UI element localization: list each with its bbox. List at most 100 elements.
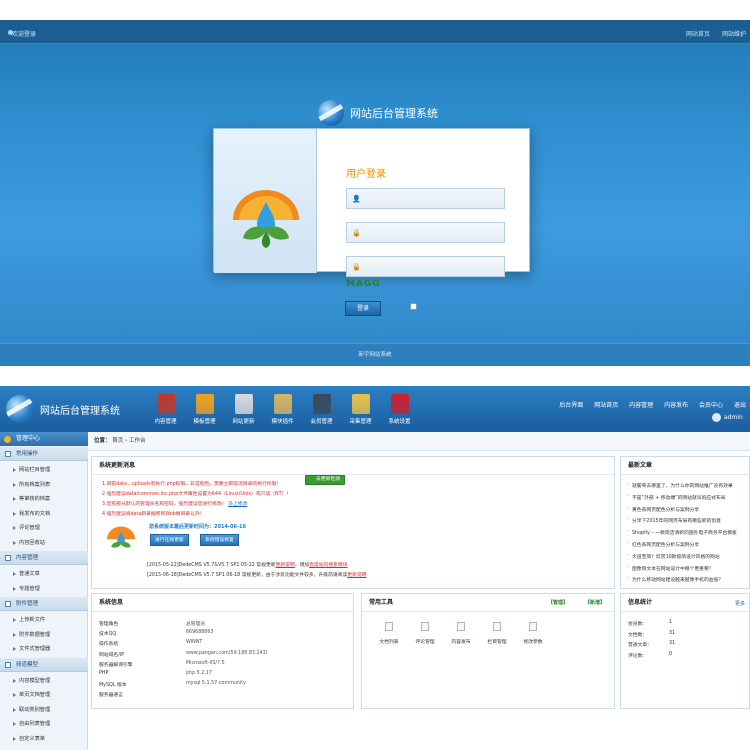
link-site-home[interactable]: 网站首页 — [594, 402, 618, 409]
password-input[interactable]: 🔒 — [346, 222, 505, 243]
online-update-button[interactable]: 进行在线更新 — [150, 534, 189, 546]
link-site-home[interactable]: 网站首页 — [686, 31, 710, 38]
sidebar-group-0[interactable]: 常用操作 — [0, 447, 88, 461]
username-input[interactable]: 👤 — [346, 188, 505, 209]
link-site-maintenance[interactable]: 网站维护 — [722, 31, 746, 38]
tool-item[interactable]: 内容发布 — [444, 622, 478, 645]
news-item[interactable]: 为什么移动网站建设越来越像手机的血强？ — [627, 576, 723, 583]
login-top-bar: 欢迎登录 网站首页 网站维护 — [0, 20, 750, 44]
stat-value: 0 — [669, 651, 673, 657]
message-text: 2.强烈建议data/common.inc.php文件属性设置为644（Linu… — [102, 492, 292, 497]
link-content-publish[interactable]: 内容发布 — [664, 402, 688, 409]
tool-item[interactable]: 修改参数 — [516, 622, 550, 645]
sidebar-item[interactable]: 上传新文件 — [0, 613, 88, 627]
log-link[interactable]: 百度站内搜索模块 — [309, 563, 347, 568]
breadcrumb: 位置： 首页 › 工作台 — [88, 432, 750, 451]
sidebar-item[interactable]: 附件数据管理 — [0, 628, 88, 642]
stats-more-link[interactable]: 更多 — [735, 600, 745, 607]
sys-info-key: 操作系统 — [99, 642, 119, 648]
tool-label: 修改参数 — [523, 640, 543, 645]
login-button[interactable]: 登录 — [345, 301, 381, 316]
tool-item[interactable]: 文档列表 — [372, 622, 406, 645]
sidebar-group-3[interactable]: 频道模型 — [0, 657, 88, 672]
stat-value: 31 — [669, 641, 676, 646]
sidebar-item[interactable]: 文件式管理器 — [0, 642, 88, 656]
news-item[interactable]: 红色系网页配色分析与案例分享 — [627, 541, 699, 548]
tool-item[interactable]: 评论管理 — [408, 622, 442, 645]
sidebar-group-label: 附件管理 — [16, 601, 39, 607]
admin-top-links: 后台界面 网站首页 内容管理 内容发布 会员中心 退出 — [550, 400, 746, 409]
update-log-line: [2015-06-18]DedeCMS V5.7 SP1 06-18 常规更新，… — [147, 571, 366, 578]
link-logout[interactable]: 退出 — [734, 402, 746, 409]
sidebar-item[interactable]: 我发布的文档 — [0, 507, 88, 521]
log-link[interactable]: 更新说明 — [347, 573, 366, 578]
update-check-button[interactable]: 去更新检测 — [305, 475, 345, 485]
tools-add-link[interactable]: 【新增】 — [585, 599, 605, 606]
system-update-panel: 系统更新消息 去更新检测 1.目前data，uploads有执行.php权限，非… — [91, 456, 615, 589]
tool-label: 评论管理 — [415, 640, 435, 645]
nav-site-update[interactable]: 网站更新 — [224, 394, 263, 425]
remember-checkbox[interactable] — [410, 303, 417, 310]
current-user[interactable]: admin — [712, 413, 743, 422]
link-backend[interactable]: 后台界面 — [559, 402, 583, 409]
admin-dashboard: 网站后台管理系统 内容管理 模板管理 网站更新 模块插件 会员管理 采集管理 系… — [0, 386, 750, 750]
nav-collect-management[interactable]: 采集管理 — [341, 394, 380, 425]
news-item[interactable]: 不是“外部 + 移动端”的网站就叫响应式布局 — [627, 494, 726, 501]
nav-label: 模块插件 — [271, 419, 294, 425]
error-fix-button[interactable]: 系统错误修复 — [200, 534, 239, 546]
news-item[interactable]: 分享下2015年的网页布局有哪些新的创意 — [627, 517, 721, 524]
stat-key: 文档数： — [628, 632, 648, 638]
nav-module-plugins[interactable]: 模块插件 — [263, 394, 302, 425]
nav-template-management[interactable]: 模板管理 — [185, 394, 224, 425]
captcha-input[interactable]: 🔒 — [346, 256, 505, 277]
breadcrumb-home[interactable]: 首页 — [112, 438, 123, 444]
tools-manage-link[interactable]: 【管理】 — [548, 599, 568, 606]
nav-member-management[interactable]: 会员管理 — [302, 394, 341, 425]
nav-system-settings[interactable]: 系统设置 — [380, 394, 419, 425]
sidebar-item[interactable]: 所有档案列表 — [0, 478, 88, 492]
sidebar-item[interactable]: 专题管理 — [0, 582, 88, 596]
info-stats-panel: 信息统计 更多 会员数： 1 文档数： 31 普通文章： 31 评论数： 0 — [620, 593, 750, 709]
log-text: [2015-06-18]DedeCMS V5.7 SP1 06-18 常规更新，… — [147, 573, 348, 578]
sidebar-item[interactable]: 等审核的档案 — [0, 492, 88, 506]
update-message: 3.您有部分默认的管理员名和密码，强烈建议您进行修改！ 马上修改 — [102, 500, 247, 507]
admin-brand-title: 网站后台管理系统 — [40, 405, 120, 417]
log-link[interactable]: 更新说明 — [276, 563, 295, 568]
sidebar-item[interactable]: 评论管理 — [0, 521, 88, 535]
tool-label: 内容发布 — [451, 640, 471, 645]
link-member-center[interactable]: 会员中心 — [699, 402, 723, 409]
sidebar-group-2[interactable]: 附件管理 — [0, 597, 88, 611]
sidebar-group-1[interactable]: 内容管理 — [0, 551, 88, 565]
document-icon — [493, 622, 501, 631]
sidebar-item[interactable]: 自由列表管理 — [0, 717, 88, 731]
sidebar-item[interactable]: 网站栏目管理 — [0, 463, 88, 477]
sidebar-item[interactable]: 普通文章 — [0, 567, 88, 581]
sys-info-value: www.pangan.com(59.188.83.243) — [186, 650, 268, 656]
link-content-management[interactable]: 内容管理 — [629, 402, 653, 409]
sidebar-item[interactable]: 内容回收站 — [0, 536, 88, 550]
printer-icon — [234, 394, 253, 414]
news-item[interactable]: 黄色系网页配色分析与案例分享 — [627, 506, 699, 513]
sidebar-item[interactable]: 联动类别管理 — [0, 703, 88, 717]
sys-info-key: PHP — [99, 671, 109, 676]
news-item[interactable]: 图像和文本在网站设计中哪个更重要？ — [627, 565, 714, 572]
sidebar-item[interactable]: 自定义表单 — [0, 732, 88, 746]
nav-content-management[interactable]: 内容管理 — [146, 394, 185, 425]
modify-now-link[interactable]: 马上修改 — [228, 502, 247, 507]
news-item[interactable]: 就葡萄去哪里了，为什么你的网站推广没有效果 — [627, 482, 733, 489]
sidebar-item[interactable]: 内容模型管理 — [0, 674, 88, 688]
login-brand-title: 网站后台管理系统 — [350, 107, 438, 120]
sys-info-value: mysql 5.1.57-community — [186, 681, 246, 687]
news-item[interactable]: Shopify – 一款简洁清新的国外电子商务平台模板 — [627, 529, 737, 536]
tool-item[interactable]: 栏目管理 — [480, 622, 514, 645]
sidebar-title[interactable]: 管理中心 — [0, 432, 88, 446]
document-icon — [529, 622, 537, 631]
news-item[interactable]: 大道至简？欣赏10款极简设计风格的网站 — [627, 553, 720, 560]
login-brand: 网站后台管理系统 — [318, 100, 438, 126]
captcha-image[interactable]: MAGG — [346, 279, 381, 289]
sidebar-group-label: 常用操作 — [16, 451, 39, 457]
collapse-icon — [5, 661, 11, 668]
message-text: 3.您有部分默认的管理员名和密码，强烈建议您进行修改！ — [102, 502, 227, 507]
sidebar-item[interactable]: 单页文档管理 — [0, 688, 88, 702]
breadcrumb-label: 位置： — [94, 438, 111, 444]
